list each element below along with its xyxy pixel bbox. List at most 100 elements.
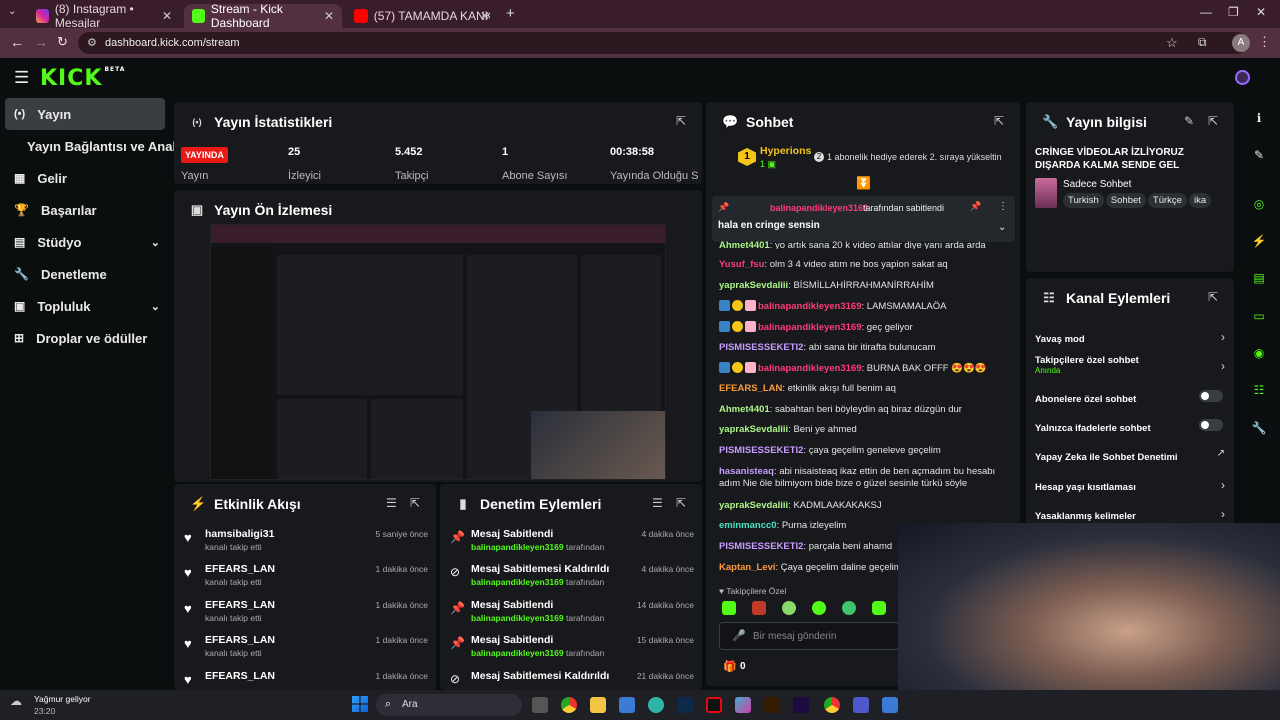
edge-icon[interactable]	[648, 697, 664, 713]
tab-youtube[interactable]: (57) TAMAMDA KANKA - YouTu ✕	[346, 4, 498, 28]
subs-only-toggle[interactable]	[1199, 390, 1223, 402]
chat-input[interactable]: 🎤 Bir mesaj gönderin	[719, 622, 899, 650]
mod-user[interactable]: balinapandikleyen3169	[471, 542, 564, 552]
chat-user[interactable]: EFEARS_LAN	[719, 383, 782, 394]
back-icon[interactable]: ←	[10, 34, 24, 50]
close-icon[interactable]: ✕	[162, 9, 172, 23]
photoshop-icon[interactable]	[677, 697, 693, 713]
illustrator-icon[interactable]	[764, 697, 780, 713]
more-icon[interactable]: ⋮	[998, 201, 1008, 212]
chat-user[interactable]: yaprakSevdaliii	[719, 280, 788, 291]
user-avatar[interactable]	[1235, 70, 1250, 85]
popout-icon[interactable]: ⇱	[1208, 114, 1218, 128]
maximize-icon[interactable]: ❐	[1228, 5, 1239, 19]
chat-user[interactable]: balinapandikleyen3169	[758, 322, 862, 333]
tag[interactable]: Türkçe	[1147, 193, 1187, 208]
broadcast-icon[interactable]: ◉	[1249, 343, 1269, 363]
kick-logo[interactable]: KICK BETA	[40, 66, 125, 91]
popout-icon[interactable]: ⇱	[410, 496, 420, 510]
sidebar-item-basarilar[interactable]: 🏆 Başarılar	[14, 196, 97, 224]
bookmark-star-icon[interactable]: ☆	[1166, 35, 1178, 51]
stream-preview-video[interactable]	[210, 224, 666, 480]
app-icon[interactable]	[882, 697, 898, 713]
info-icon[interactable]: ℹ	[1249, 108, 1269, 128]
tag[interactable]: Turkish	[1063, 193, 1104, 208]
tab-kick-dashboard[interactable]: Stream - Kick Dashboard ✕	[184, 2, 342, 30]
edit-icon[interactable]: ✎	[1184, 114, 1194, 128]
popout-icon[interactable]: ⇱	[994, 114, 1004, 128]
sidebar-item-studyo[interactable]: ▤ Stüdyo ⌄	[14, 228, 160, 256]
chat-user[interactable]: hasanisteaq	[719, 466, 774, 477]
teams-icon[interactable]	[853, 697, 869, 713]
forward-icon[interactable]: →	[34, 34, 48, 50]
activity-user[interactable]: EFEARS_LAN	[205, 634, 275, 646]
weather-icon[interactable]: ☁	[10, 694, 22, 708]
activity-user[interactable]: hamsibaligi31	[205, 528, 274, 540]
netflix-icon[interactable]	[706, 697, 722, 713]
pencil-icon[interactable]: ✎	[1249, 145, 1269, 165]
tag[interactable]: Sohbet	[1105, 193, 1146, 208]
chevron-down-icon[interactable]: ⌄	[151, 236, 160, 249]
sidebar-item-droplar[interactable]: ⊞ Droplar ve ödüller	[14, 324, 147, 352]
chat-user[interactable]: Yusuf_fsu	[719, 259, 764, 270]
bolt-icon[interactable]: ⚡	[1249, 231, 1269, 251]
channel-action-slow-mode[interactable]: Yavaş mod ›	[1035, 330, 1225, 346]
popout-icon[interactable]: ⇱	[676, 114, 686, 128]
mod-user[interactable]: balinapandikleyen3169	[471, 613, 564, 623]
chat-user[interactable]: PISMISESSEKETI2	[719, 541, 803, 552]
new-tab-icon[interactable]: +	[506, 5, 515, 22]
emote-only-toggle[interactable]	[1199, 419, 1223, 431]
chat-user[interactable]: Kaptan_Levi	[719, 562, 776, 573]
activity-user[interactable]: EFEARS_LAN	[205, 599, 275, 611]
activity-user[interactable]: EFEARS_LAN	[205, 670, 275, 682]
close-window-icon[interactable]: ✕	[1256, 5, 1266, 19]
activity-user[interactable]: EFEARS_LAN	[205, 563, 275, 575]
reload-icon[interactable]: ↻	[57, 34, 68, 50]
minimize-icon[interactable]: —	[1200, 5, 1212, 19]
emote-icon[interactable]	[812, 601, 826, 615]
channel-action-ai-moderation[interactable]: Yapay Zeka ile Sohbet Denetimi ↗	[1035, 448, 1225, 463]
profile-avatar[interactable]: A	[1232, 34, 1250, 52]
chat-user[interactable]: Ahmet4401	[719, 240, 770, 249]
channel-action-banned-words[interactable]: Yasaklanmış kelimeler ›	[1035, 507, 1225, 522]
chrome-icon[interactable]	[561, 697, 577, 713]
emote-icon[interactable]	[722, 601, 736, 615]
url-bar[interactable]: ⚙ dashboard.kick.com/stream ☆ ⧉ A ⋮	[78, 32, 1271, 54]
category-name[interactable]: Sadece Sohbet	[1063, 179, 1131, 190]
site-info-icon[interactable]: ⚙	[87, 36, 97, 49]
microphone-icon[interactable]: 🎤	[732, 629, 746, 642]
chat-user[interactable]: yaprakSevdaliii	[719, 424, 788, 435]
file-explorer-icon[interactable]	[590, 697, 606, 713]
taskbar-search[interactable]: ⌕ Ara	[376, 694, 522, 716]
chat-user[interactable]: Ahmet4401	[719, 404, 770, 415]
store-icon[interactable]	[619, 697, 635, 713]
copilot-icon[interactable]	[735, 697, 751, 713]
hamburger-menu-icon[interactable]: ☰	[14, 68, 29, 88]
popout-icon[interactable]: ⇱	[676, 496, 686, 510]
emote-icon[interactable]	[842, 601, 856, 615]
chat-icon[interactable]: ▭	[1249, 306, 1269, 326]
channel-action-account-age[interactable]: Hesap yaşı kısıtlaması ›	[1035, 478, 1225, 493]
tag[interactable]: ika	[1188, 193, 1212, 208]
filter-icon[interactable]: ☰	[652, 496, 663, 510]
emote-icon[interactable]	[752, 601, 766, 615]
scroll-down-icon[interactable]: ⏬	[856, 176, 871, 190]
chrome-active-icon[interactable]	[824, 697, 840, 713]
sidebar-item-yayin[interactable]: (•) Yayın	[14, 100, 71, 128]
chevron-down-icon[interactable]: ⌄	[998, 222, 1006, 233]
category-thumbnail[interactable]	[1035, 178, 1057, 208]
popout-icon[interactable]: ⇱	[1208, 290, 1218, 304]
filter-icon[interactable]: ☰	[386, 496, 397, 510]
chat-user[interactable]: balinapandikleyen3169	[758, 301, 862, 312]
emote-icon[interactable]	[782, 601, 796, 615]
close-icon[interactable]: ✕	[324, 9, 334, 23]
sidebar-item-denetleme[interactable]: 🔧 Denetleme	[14, 260, 107, 288]
chevron-down-icon[interactable]: ⌄	[151, 300, 160, 313]
chat-user[interactable]: yaprakSevdaliii	[719, 500, 788, 511]
extensions-icon[interactable]: ⧉	[1198, 35, 1207, 50]
pinned-message[interactable]: 📌 balinapandikleyen3169 tarafından sabit…	[712, 196, 1015, 242]
gift-leader-user[interactable]: Hyperions	[760, 145, 811, 157]
document-icon[interactable]: ▤	[1249, 268, 1269, 288]
premiere-icon[interactable]	[793, 697, 809, 713]
browser-menu-icon[interactable]: ⋮	[1258, 34, 1271, 50]
